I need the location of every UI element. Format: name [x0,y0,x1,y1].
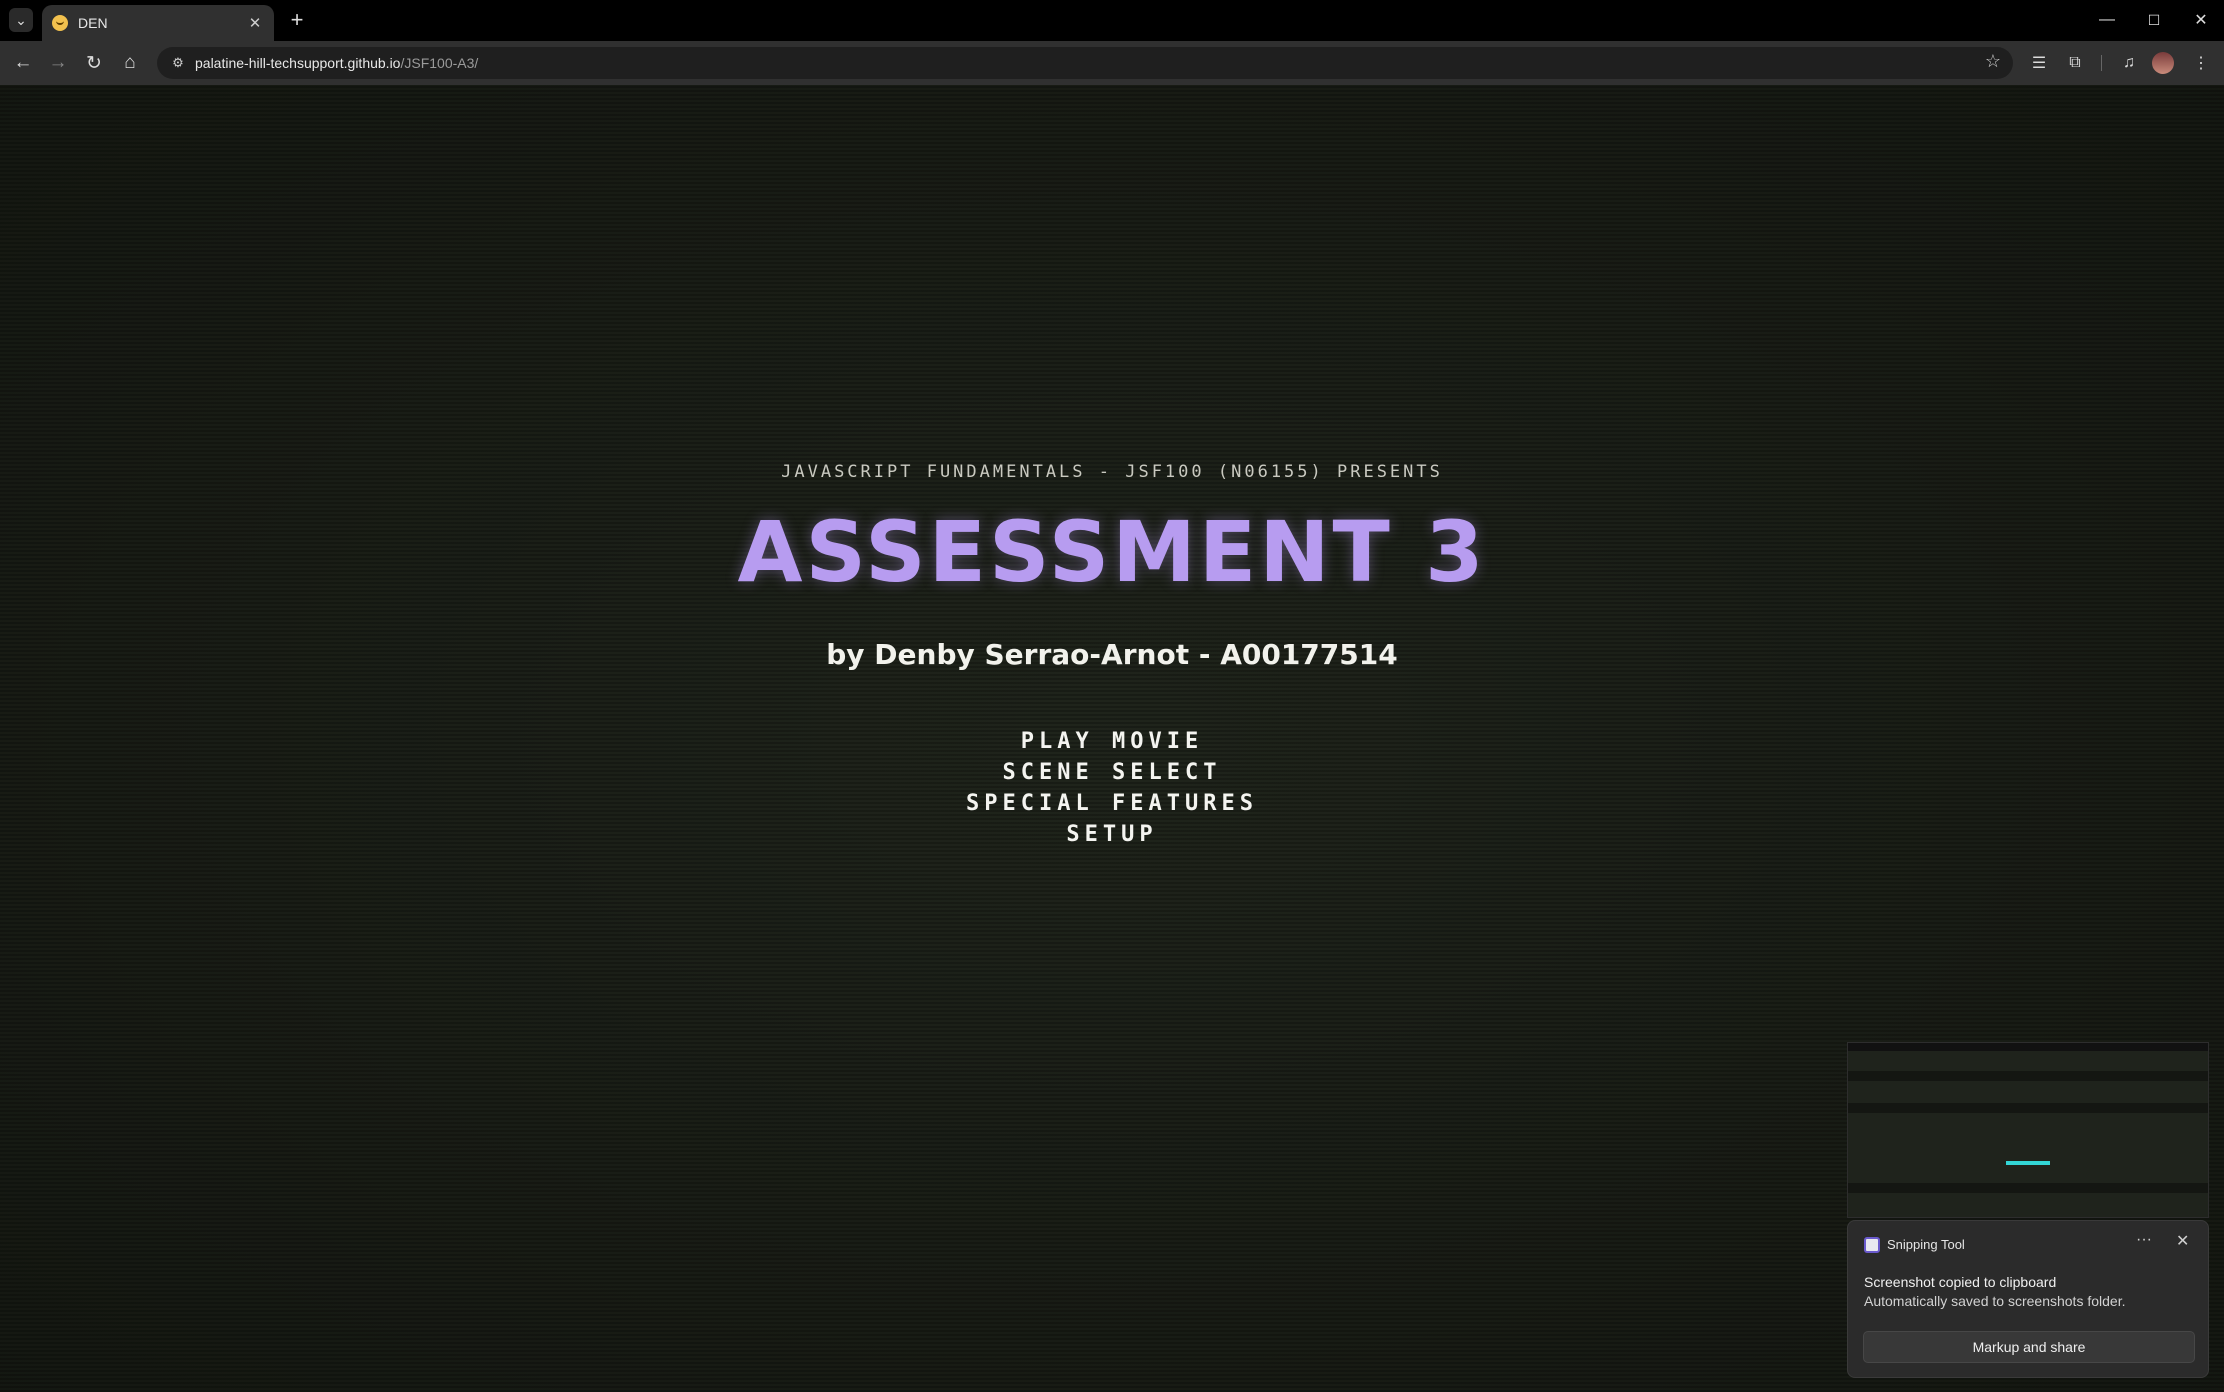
toolbar-divider [2101,55,2102,71]
preview-band [1848,1071,2208,1081]
extensions-icon[interactable]: ⧉ [2061,49,2089,77]
window-close-icon[interactable]: ✕ [2178,0,2224,40]
page-title: ASSESSMENT 3 [737,503,1487,601]
screenshot-preview[interactable] [1847,1042,2209,1218]
star-icon[interactable]: ☆ [1985,51,2001,72]
menu-item-scene-select[interactable]: SCENE SELECT [0,757,2224,788]
snipping-tool-notification: Snipping Tool ··· ✕ Screenshot copied to… [1847,1220,2209,1378]
preview-band [1848,1103,2208,1113]
site-info-icon[interactable]: ⚙ [161,47,195,79]
reload-icon[interactable]: ↻ [80,49,108,77]
markup-and-share-button[interactable]: Markup and share [1863,1331,2195,1363]
snipping-tool-icon [1864,1237,1880,1253]
notification-body: Automatically saved to screenshots folde… [1864,1293,2126,1309]
main-menu: PLAY MOVIE SCENE SELECT SPECIAL FEATURES… [0,726,2224,850]
tab-title: DEN [78,15,108,31]
close-icon[interactable]: ✕ [246,14,264,32]
tab-active[interactable]: DEN ✕ [42,5,274,41]
favicon-icon [52,15,68,31]
tab-search-icon[interactable]: ⌄ [9,8,33,32]
reading-list-icon[interactable]: ☰ [2025,49,2053,77]
notification-heading: Screenshot copied to clipboard [1864,1274,2057,1290]
tab-strip: ⌄ DEN ✕ + — ☐ ✕ [0,0,2224,41]
browser-toolbar: ← → ↻ ⌂ ⚙ palatine-hill-techsupport.gith… [0,41,2224,85]
byline: by Denby Serrao-Arnot - A00177514 [826,638,1398,671]
notification-app-name: Snipping Tool [1887,1237,1965,1252]
minimize-icon[interactable]: — [2084,0,2130,40]
close-icon[interactable]: ✕ [2176,1231,2189,1251]
preview-topbar [1848,1043,2208,1051]
new-tab-button[interactable]: + [283,6,311,34]
menu-item-setup[interactable]: SETUP [0,819,2224,850]
preview-band [1848,1183,2208,1193]
more-icon[interactable]: ··· [2136,1231,2152,1249]
menu-item-play-movie[interactable]: PLAY MOVIE [0,726,2224,757]
media-icon[interactable]: ♫ [2115,49,2143,77]
preview-accent [2006,1161,2050,1165]
profile-avatar[interactable] [2152,52,2174,74]
address-bar[interactable]: ⚙ palatine-hill-techsupport.github.io/JS… [157,47,2013,79]
back-icon[interactable]: ← [9,49,37,77]
home-icon[interactable]: ⌂ [116,49,144,77]
presents-line: JAVASCRIPT FUNDAMENTALS - JSF100 (N06155… [781,462,1443,482]
forward-icon[interactable]: → [44,49,72,77]
url-path: /JSF100-A3/ [400,55,479,71]
url-host: palatine-hill-techsupport.github.io [195,55,401,71]
kebab-menu-icon[interactable]: ⋮ [2187,49,2215,77]
maximize-icon[interactable]: ☐ [2131,0,2177,40]
menu-item-special-features[interactable]: SPECIAL FEATURES [0,788,2224,819]
